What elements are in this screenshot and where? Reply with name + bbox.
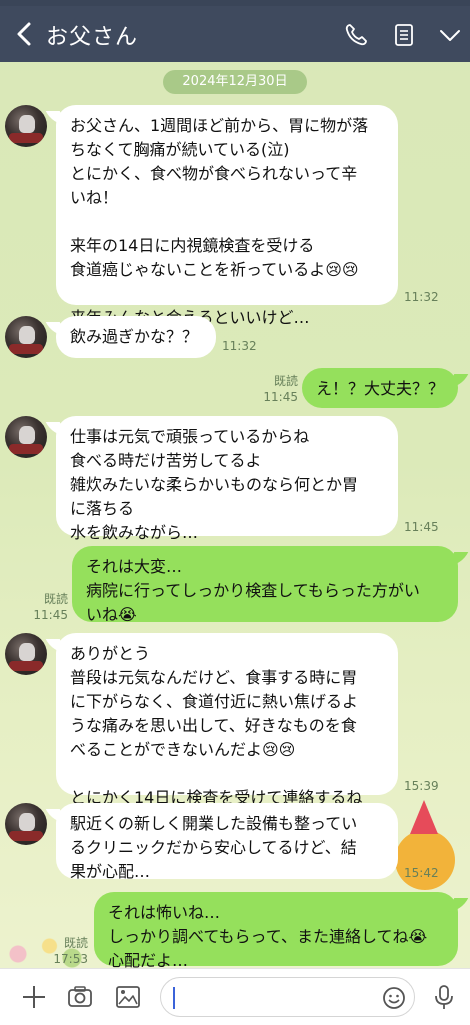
message-time: 17:53 [53,952,88,966]
message-time: 15:42 [404,866,439,880]
emoji-icon[interactable] [381,985,407,1011]
bear-character-decoration [395,830,455,890]
back-chevron-icon[interactable] [12,20,36,48]
phone-icon[interactable] [343,22,369,48]
incoming-message-bubble[interactable]: 飲み過ぎかな？？ [56,316,216,358]
message-time: 11:32 [404,290,439,304]
message-time: 11:45 [33,608,68,622]
read-receipt: 既読 [63,936,88,950]
message-time: 11:32 [222,339,257,353]
read-receipt: 既読 [273,374,298,388]
read-receipt: 既読 [43,592,68,606]
outgoing-message-bubble[interactable]: それは怖いね… しっかり調べてもらって、また連絡してね😭 心配だよ… [94,892,458,970]
camera-icon[interactable] [66,983,94,1011]
avatar[interactable] [5,316,47,358]
text-caret [173,987,175,1009]
image-icon[interactable] [114,983,142,1011]
message-input-bar [0,968,470,1025]
memo-icon[interactable] [391,22,417,48]
message-time: 15:39 [404,779,439,793]
chat-title: お父さん [46,25,139,50]
plus-icon[interactable] [20,983,48,1011]
date-separator: 2024年12月30日 [163,70,307,94]
message-time: 11:45 [404,520,439,534]
incoming-message-bubble[interactable]: お父さん、1週間ほど前から、胃に物が落 ちなくて胸痛が続いている(泣) とにかく… [56,105,398,327]
chevron-down-icon[interactable] [437,22,463,48]
incoming-message-bubble[interactable]: ありがとう 普段は元気なんだけど、食事する時に胃 に下がらなく、食道付近に熱い焦… [56,633,398,807]
avatar[interactable] [5,416,47,458]
avatar[interactable] [5,105,47,147]
outgoing-message-bubble[interactable]: それは大変… 病院に行ってしっかり検査してもらった方がい いね😭 [72,546,458,624]
incoming-message-bubble[interactable]: 仕事は元気で頑張っているからね 食べる時だけ苦労してるよ 雑炊みたいな柔らかいも… [56,416,398,542]
message-time: 11:45 [263,390,298,404]
outgoing-message-bubble[interactable]: え！？大丈夫？？ [302,368,458,408]
mic-icon[interactable] [430,983,458,1011]
party-hat-decoration [410,800,438,834]
avatar[interactable] [5,803,47,845]
avatar[interactable] [5,633,47,675]
incoming-message-bubble[interactable]: 駅近くの新しく開業した設備も整ってい るクリニックだから安心してるけど、結 果が… [56,803,398,881]
chat-header: お父さん [0,6,470,62]
message-input[interactable] [160,977,415,1017]
